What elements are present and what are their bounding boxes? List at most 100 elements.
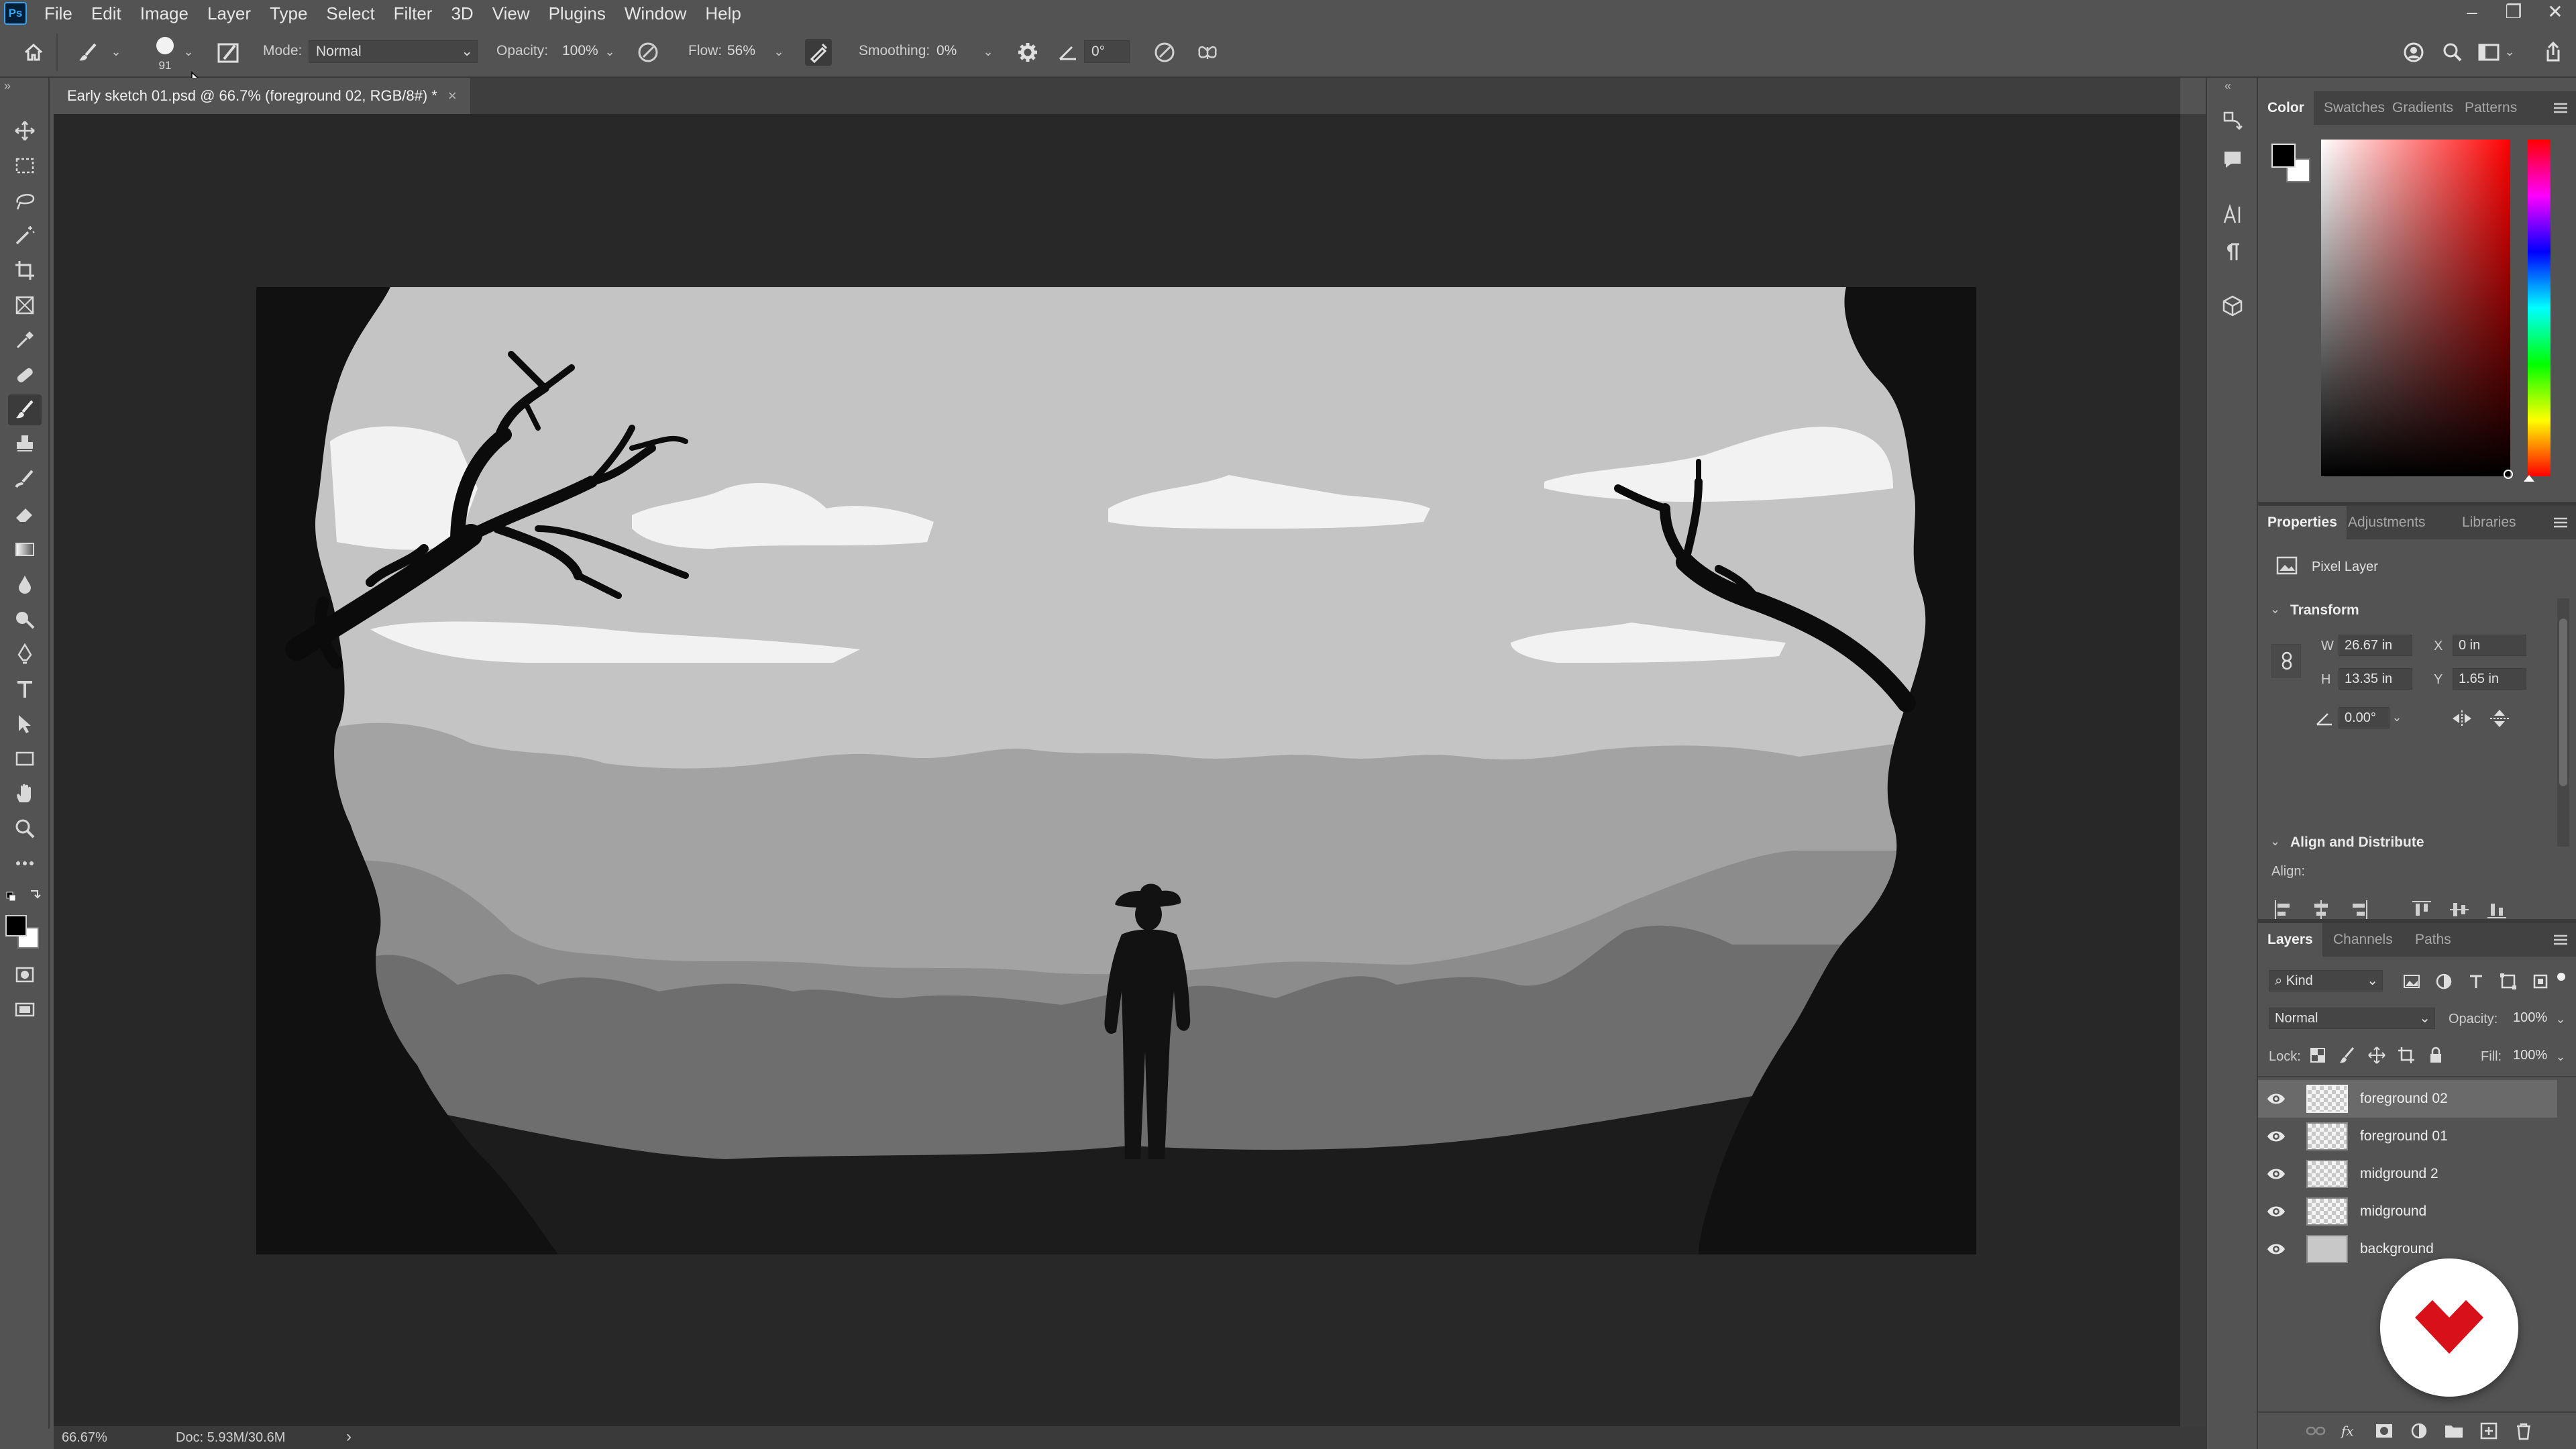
menu-plugins[interactable]: Plugins — [539, 0, 615, 27]
chevron-down-icon[interactable]: ⌄ — [2502, 42, 2517, 62]
move-tool-icon[interactable] — [8, 115, 42, 146]
tab-gradients[interactable]: Gradients — [2383, 91, 2463, 125]
new-group-folder-icon[interactable] — [2443, 1421, 2465, 1441]
brush-tool-preset-icon[interactable] — [75, 39, 102, 66]
gradient-tool-icon[interactable] — [8, 534, 42, 565]
blend-mode-select[interactable]: Normal ⌄ — [2269, 1008, 2435, 1029]
lock-position-icon[interactable] — [2367, 1045, 2387, 1065]
menu-view[interactable]: View — [483, 0, 539, 27]
lasso-tool-icon[interactable] — [8, 185, 42, 216]
menu-select[interactable]: Select — [317, 0, 384, 27]
collapse-arrows-icon[interactable]: « — [2224, 79, 2231, 93]
eye-icon[interactable] — [2266, 1128, 2286, 1144]
flow-input[interactable]: 56% — [720, 40, 761, 63]
vertical-scrollbar[interactable] — [2180, 114, 2206, 1426]
marquee-tool-icon[interactable] — [8, 150, 42, 181]
layer-name[interactable]: background — [2360, 1241, 2434, 1257]
y-input[interactable]: 1.65 in — [2453, 668, 2526, 690]
filter-pixel-icon[interactable] — [2402, 971, 2422, 991]
search-icon[interactable] — [2439, 39, 2466, 66]
chevron-down-icon[interactable]: ⌄ — [2553, 1046, 2568, 1067]
path-selection-tool-icon[interactable] — [8, 708, 42, 739]
tab-properties[interactable]: Properties — [2258, 506, 2347, 539]
menu-edit[interactable]: Edit — [82, 0, 131, 27]
home-icon[interactable] — [20, 39, 47, 66]
fill-input[interactable]: 100% — [2508, 1045, 2549, 1067]
filter-type-icon[interactable] — [2466, 971, 2486, 991]
quick-mask-icon[interactable] — [8, 959, 42, 990]
chevron-down-icon[interactable]: ⌄ — [181, 42, 196, 62]
character-panel-icon[interactable] — [2219, 201, 2246, 228]
zoom-level[interactable]: 66.67% — [62, 1430, 107, 1446]
new-adjustment-layer-icon[interactable] — [2408, 1421, 2430, 1441]
brush-tool-icon[interactable] — [8, 394, 42, 425]
tab-libraries[interactable]: Libraries — [2453, 506, 2526, 539]
chevron-down-icon[interactable]: ⌄ — [981, 42, 996, 62]
chevron-down-icon[interactable]: ⌄ — [2270, 602, 2280, 616]
align-right-edges-icon[interactable] — [2347, 898, 2371, 922]
screen-mode-icon[interactable] — [8, 994, 42, 1025]
rotation-input[interactable]: 0.00° — [2339, 707, 2390, 729]
properties-scrollbar[interactable] — [2557, 598, 2569, 847]
history-brush-tool-icon[interactable] — [8, 464, 42, 495]
eye-icon[interactable] — [2266, 1241, 2286, 1257]
pressure-opacity-icon[interactable] — [635, 39, 661, 66]
align-top-edges-icon[interactable] — [2410, 898, 2434, 922]
type-tool-icon[interactable] — [8, 674, 42, 704]
eyedropper-tool-icon[interactable] — [8, 325, 42, 356]
layer-name[interactable]: midground 2 — [2360, 1166, 2438, 1182]
more-tools-icon[interactable] — [8, 848, 42, 879]
layer-row[interactable]: foreground 02 — [2258, 1080, 2557, 1118]
chevron-down-icon[interactable]: ⌄ — [2390, 707, 2404, 727]
menu-type[interactable]: Type — [260, 0, 317, 27]
align-left-edges-icon[interactable] — [2271, 898, 2296, 922]
rectangle-tool-icon[interactable] — [8, 743, 42, 774]
menu-layer[interactable]: Layer — [198, 0, 260, 27]
restore-button[interactable]: ❐ — [2493, 0, 2534, 27]
gear-icon[interactable] — [1014, 39, 1041, 66]
status-arrow-icon[interactable]: › — [346, 1428, 352, 1446]
magic-wand-tool-icon[interactable] — [8, 220, 42, 251]
artwork-canvas[interactable] — [256, 287, 1976, 1254]
menu-window[interactable]: Window — [615, 0, 696, 27]
link-dimensions-icon[interactable] — [2271, 644, 2301, 678]
menu-help[interactable]: Help — [696, 0, 750, 27]
workspace-switcher-icon[interactable] — [2475, 39, 2502, 66]
eraser-tool-icon[interactable] — [8, 499, 42, 530]
chevron-down-icon[interactable]: ⌄ — [2270, 835, 2280, 849]
menu-image[interactable]: Image — [131, 0, 198, 27]
symmetry-butterfly-icon[interactable] — [1194, 39, 1221, 66]
tab-adjustments[interactable]: Adjustments — [2339, 506, 2435, 539]
layer-style-fx-icon[interactable]: fx — [2339, 1421, 2360, 1441]
pressure-size-icon[interactable] — [1151, 39, 1178, 66]
chevron-down-icon[interactable]: ⌄ — [602, 42, 617, 62]
width-input[interactable]: 26.67 in — [2339, 635, 2412, 656]
tab-patterns[interactable]: Patterns — [2455, 91, 2526, 125]
close-tab-icon[interactable]: × — [448, 87, 457, 105]
layer-row[interactable]: midground — [2258, 1193, 2557, 1230]
filter-adjustment-icon[interactable] — [2434, 971, 2454, 991]
opacity-input[interactable]: 100% — [555, 40, 598, 63]
3d-panel-icon[interactable] — [2219, 292, 2246, 319]
panel-menu-icon[interactable] — [2552, 101, 2569, 115]
chevron-down-icon[interactable]: ⌄ — [2553, 1009, 2568, 1029]
brush-size-picker[interactable]: 91 — [150, 34, 180, 74]
filter-smart-object-icon[interactable] — [2530, 971, 2551, 991]
hand-tool-icon[interactable] — [8, 778, 42, 809]
paragraph-panel-icon[interactable] — [2219, 239, 2246, 266]
smoothing-input[interactable]: 0% — [930, 40, 970, 63]
add-mask-icon[interactable] — [2373, 1421, 2395, 1441]
menu-3d[interactable]: 3D — [441, 0, 482, 27]
healing-brush-tool-icon[interactable] — [8, 360, 42, 390]
panel-menu-icon[interactable] — [2552, 932, 2569, 947]
hue-slider-handle[interactable] — [2524, 475, 2534, 482]
lock-all-icon[interactable] — [2426, 1045, 2446, 1065]
layer-row[interactable]: foreground 01 — [2258, 1118, 2557, 1155]
lock-image-pixels-icon[interactable] — [2337, 1045, 2357, 1065]
close-window-button[interactable]: ✕ — [2534, 0, 2576, 27]
menu-file[interactable]: File — [35, 0, 82, 27]
foreground-color-swatch[interactable] — [2271, 144, 2296, 168]
x-input[interactable]: 0 in — [2453, 635, 2526, 656]
eye-icon[interactable] — [2266, 1091, 2286, 1107]
swap-colors-icon[interactable] — [5, 887, 43, 907]
